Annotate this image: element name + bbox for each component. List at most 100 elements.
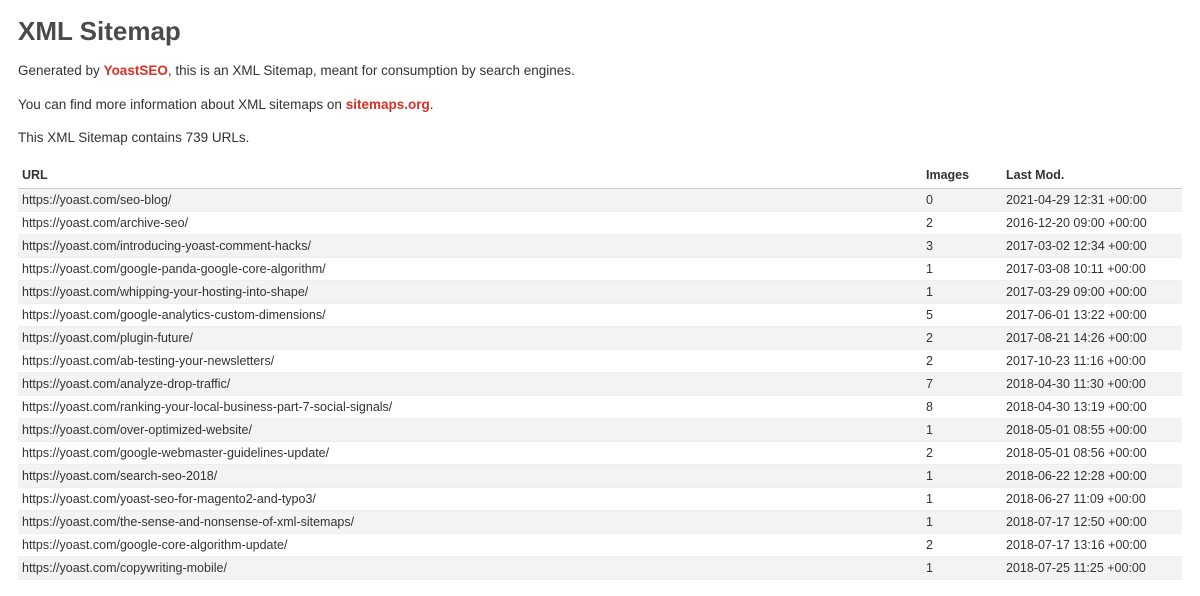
table-row: https://yoast.com/google-webmaster-guide…: [18, 441, 1182, 464]
cell-images: 5: [922, 303, 1002, 326]
url-link[interactable]: https://yoast.com/over-optimized-website…: [22, 423, 252, 437]
url-link[interactable]: https://yoast.com/google-analytics-custo…: [22, 308, 326, 322]
url-link[interactable]: https://yoast.com/ranking-your-local-bus…: [22, 400, 392, 414]
cell-images: 1: [922, 487, 1002, 510]
info-line: You can find more information about XML …: [18, 95, 1182, 115]
table-row: https://yoast.com/plugin-future/22017-08…: [18, 326, 1182, 349]
generated-prefix: Generated by: [18, 63, 104, 78]
cell-images: 1: [922, 257, 1002, 280]
cell-url: https://yoast.com/google-core-algorithm-…: [18, 533, 922, 556]
url-link[interactable]: https://yoast.com/ab-testing-your-newsle…: [22, 354, 274, 368]
url-link[interactable]: https://yoast.com/seo-blog/: [22, 193, 171, 207]
cell-images: 2: [922, 326, 1002, 349]
sitemap-table: URL Images Last Mod. https://yoast.com/s…: [18, 163, 1182, 580]
cell-url: https://yoast.com/google-analytics-custo…: [18, 303, 922, 326]
table-row: https://yoast.com/google-analytics-custo…: [18, 303, 1182, 326]
cell-images: 2: [922, 441, 1002, 464]
cell-lastmod: 2018-05-01 08:56 +00:00: [1002, 441, 1182, 464]
cell-url: https://yoast.com/introducing-yoast-comm…: [18, 234, 922, 257]
sitemaps-link[interactable]: sitemaps.org: [346, 97, 430, 112]
cell-lastmod: 2018-04-30 13:19 +00:00: [1002, 395, 1182, 418]
cell-images: 1: [922, 510, 1002, 533]
url-link[interactable]: https://yoast.com/archive-seo/: [22, 216, 188, 230]
cell-url: https://yoast.com/search-seo-2018/: [18, 464, 922, 487]
url-count: This XML Sitemap contains 739 URLs.: [18, 130, 1182, 145]
table-row: https://yoast.com/the-sense-and-nonsense…: [18, 510, 1182, 533]
cell-images: 8: [922, 395, 1002, 418]
info-suffix: .: [430, 97, 434, 112]
cell-lastmod: 2018-07-25 11:25 +00:00: [1002, 556, 1182, 579]
url-link[interactable]: https://yoast.com/google-core-algorithm-…: [22, 538, 287, 552]
cell-url: https://yoast.com/google-webmaster-guide…: [18, 441, 922, 464]
generated-suffix: , this is an XML Sitemap, meant for cons…: [168, 63, 575, 78]
header-lastmod: Last Mod.: [1002, 163, 1182, 189]
cell-lastmod: 2018-07-17 13:16 +00:00: [1002, 533, 1182, 556]
url-link[interactable]: https://yoast.com/google-panda-google-co…: [22, 262, 326, 276]
table-row: https://yoast.com/search-seo-2018/12018-…: [18, 464, 1182, 487]
header-url: URL: [18, 163, 922, 189]
cell-lastmod: 2017-10-23 11:16 +00:00: [1002, 349, 1182, 372]
cell-images: 1: [922, 464, 1002, 487]
table-row: https://yoast.com/seo-blog/02021-04-29 1…: [18, 188, 1182, 211]
url-link[interactable]: https://yoast.com/analyze-drop-traffic/: [22, 377, 230, 391]
cell-images: 1: [922, 556, 1002, 579]
cell-lastmod: 2017-08-21 14:26 +00:00: [1002, 326, 1182, 349]
cell-url: https://yoast.com/ranking-your-local-bus…: [18, 395, 922, 418]
info-prefix: You can find more information about XML …: [18, 97, 346, 112]
url-link[interactable]: https://yoast.com/plugin-future/: [22, 331, 193, 345]
url-link[interactable]: https://yoast.com/google-webmaster-guide…: [22, 446, 329, 460]
cell-lastmod: 2021-04-29 12:31 +00:00: [1002, 188, 1182, 211]
cell-images: 1: [922, 280, 1002, 303]
cell-lastmod: 2018-04-30 11:30 +00:00: [1002, 372, 1182, 395]
url-link[interactable]: https://yoast.com/copywriting-mobile/: [22, 561, 227, 575]
cell-url: https://yoast.com/over-optimized-website…: [18, 418, 922, 441]
url-link[interactable]: https://yoast.com/introducing-yoast-comm…: [22, 239, 311, 253]
table-row: https://yoast.com/archive-seo/22016-12-2…: [18, 211, 1182, 234]
intro-block: Generated by YoastSEO, this is an XML Si…: [18, 61, 1182, 116]
cell-url: https://yoast.com/copywriting-mobile/: [18, 556, 922, 579]
table-row: https://yoast.com/introducing-yoast-comm…: [18, 234, 1182, 257]
cell-url: https://yoast.com/seo-blog/: [18, 188, 922, 211]
table-row: https://yoast.com/analyze-drop-traffic/7…: [18, 372, 1182, 395]
cell-lastmod: 2018-06-22 12:28 +00:00: [1002, 464, 1182, 487]
table-row: https://yoast.com/copywriting-mobile/120…: [18, 556, 1182, 579]
generated-line: Generated by YoastSEO, this is an XML Si…: [18, 61, 1182, 81]
table-row: https://yoast.com/whipping-your-hosting-…: [18, 280, 1182, 303]
cell-url: https://yoast.com/ab-testing-your-newsle…: [18, 349, 922, 372]
cell-images: 7: [922, 372, 1002, 395]
cell-lastmod: 2018-05-01 08:55 +00:00: [1002, 418, 1182, 441]
cell-images: 2: [922, 349, 1002, 372]
cell-lastmod: 2018-07-17 12:50 +00:00: [1002, 510, 1182, 533]
url-link[interactable]: https://yoast.com/search-seo-2018/: [22, 469, 217, 483]
url-link[interactable]: https://yoast.com/the-sense-and-nonsense…: [22, 515, 354, 529]
cell-lastmod: 2017-06-01 13:22 +00:00: [1002, 303, 1182, 326]
table-row: https://yoast.com/ranking-your-local-bus…: [18, 395, 1182, 418]
url-link[interactable]: https://yoast.com/whipping-your-hosting-…: [22, 285, 308, 299]
cell-lastmod: 2017-03-02 12:34 +00:00: [1002, 234, 1182, 257]
cell-url: https://yoast.com/the-sense-and-nonsense…: [18, 510, 922, 533]
table-row: https://yoast.com/google-panda-google-co…: [18, 257, 1182, 280]
cell-lastmod: 2017-03-08 10:11 +00:00: [1002, 257, 1182, 280]
cell-images: 3: [922, 234, 1002, 257]
page-title: XML Sitemap: [18, 16, 1182, 47]
table-row: https://yoast.com/google-core-algorithm-…: [18, 533, 1182, 556]
brand-link[interactable]: YoastSEO: [104, 63, 168, 78]
url-link[interactable]: https://yoast.com/yoast-seo-for-magento2…: [22, 492, 316, 506]
cell-url: https://yoast.com/whipping-your-hosting-…: [18, 280, 922, 303]
table-row: https://yoast.com/yoast-seo-for-magento2…: [18, 487, 1182, 510]
cell-images: 0: [922, 188, 1002, 211]
cell-url: https://yoast.com/google-panda-google-co…: [18, 257, 922, 280]
cell-lastmod: 2018-06-27 11:09 +00:00: [1002, 487, 1182, 510]
table-row: https://yoast.com/over-optimized-website…: [18, 418, 1182, 441]
cell-url: https://yoast.com/analyze-drop-traffic/: [18, 372, 922, 395]
header-images: Images: [922, 163, 1002, 189]
cell-url: https://yoast.com/yoast-seo-for-magento2…: [18, 487, 922, 510]
table-row: https://yoast.com/ab-testing-your-newsle…: [18, 349, 1182, 372]
cell-images: 1: [922, 418, 1002, 441]
cell-lastmod: 2017-03-29 09:00 +00:00: [1002, 280, 1182, 303]
cell-url: https://yoast.com/plugin-future/: [18, 326, 922, 349]
cell-url: https://yoast.com/archive-seo/: [18, 211, 922, 234]
cell-images: 2: [922, 211, 1002, 234]
cell-images: 2: [922, 533, 1002, 556]
cell-lastmod: 2016-12-20 09:00 +00:00: [1002, 211, 1182, 234]
